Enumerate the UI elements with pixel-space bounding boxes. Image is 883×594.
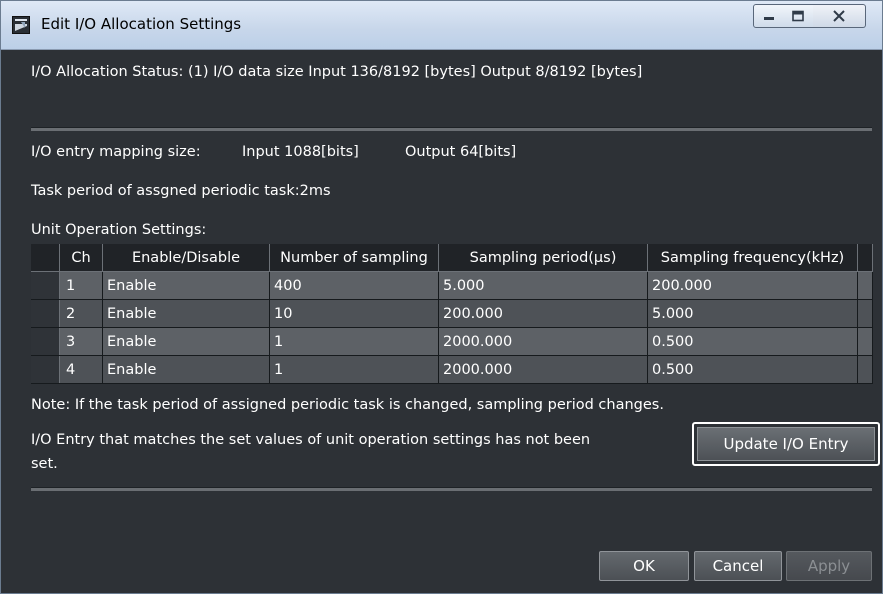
cell-sampling-count[interactable]: 1 xyxy=(269,327,439,356)
column-header-ch[interactable]: Ch xyxy=(59,244,103,272)
cell-sampling-period: 5.000 xyxy=(438,271,648,300)
row-selector[interactable] xyxy=(31,271,60,300)
minimize-icon xyxy=(764,17,774,20)
cell-sampling-count[interactable]: 400 xyxy=(269,271,439,300)
cell-sampling-period: 2000.000 xyxy=(438,327,648,356)
cell-enable[interactable]: Enable xyxy=(102,355,270,384)
row-selector[interactable] xyxy=(31,299,60,328)
cell-enable[interactable]: Enable xyxy=(102,271,270,300)
cell-sampling-period: 200.000 xyxy=(438,299,648,328)
row-filler xyxy=(857,355,873,384)
table-header-row: Ch Enable/Disable Number of sampling Sam… xyxy=(31,244,873,272)
sampling-note: Note: If the task period of assigned per… xyxy=(31,397,664,413)
cell-sampling-frequency: 200.000 xyxy=(647,271,858,300)
cell-ch: 2 xyxy=(59,299,103,328)
row-filler xyxy=(857,299,873,328)
task-period-text: Task period of assgned periodic task:2ms xyxy=(31,183,331,199)
column-header-sampling-period[interactable]: Sampling period(μs) xyxy=(438,244,648,272)
window-title: Edit I/O Allocation Settings xyxy=(41,15,242,33)
cancel-button[interactable]: Cancel xyxy=(694,551,782,581)
mapping-input-size: Input 1088[bits] xyxy=(242,144,359,160)
update-io-entry-label: Update I/O Entry xyxy=(697,427,875,461)
ok-button[interactable]: OK xyxy=(599,551,689,581)
dialog-body: I/O Allocation Status: (1) I/O data size… xyxy=(1,50,882,593)
title-bar[interactable]: Edit I/O Allocation Settings xyxy=(1,1,882,50)
cell-ch: 3 xyxy=(59,327,103,356)
maximize-button[interactable] xyxy=(783,4,814,28)
mapping-output-size: Output 64[bits] xyxy=(405,144,517,160)
column-header-sampling-frequency[interactable]: Sampling frequency(kHz) xyxy=(647,244,858,272)
close-icon xyxy=(833,10,845,22)
column-header-sampling-count[interactable]: Number of sampling xyxy=(269,244,439,272)
cell-enable[interactable]: Enable xyxy=(102,327,270,356)
app-icon xyxy=(12,16,30,34)
io-entry-warning-line2: set. xyxy=(31,456,58,472)
mapping-size-label: I/O entry mapping size: xyxy=(31,144,201,160)
cell-sampling-frequency: 5.000 xyxy=(647,299,858,328)
row-selector[interactable] xyxy=(31,327,60,356)
table-row[interactable]: 1 Enable 400 5.000 200.000 xyxy=(31,271,873,300)
cell-sampling-count[interactable]: 10 xyxy=(269,299,439,328)
io-allocation-status: I/O Allocation Status: (1) I/O data size… xyxy=(31,64,643,80)
cell-ch: 1 xyxy=(59,271,103,300)
header-filler xyxy=(857,244,873,272)
table-row[interactable]: 2 Enable 10 200.000 5.000 xyxy=(31,299,873,328)
row-filler xyxy=(857,327,873,356)
separator xyxy=(31,127,872,131)
cell-sampling-count[interactable]: 1 xyxy=(269,355,439,384)
cell-ch: 4 xyxy=(59,355,103,384)
row-header-corner xyxy=(31,244,60,272)
row-selector[interactable] xyxy=(31,355,60,384)
cell-sampling-frequency: 0.500 xyxy=(647,355,858,384)
unit-operation-table: Ch Enable/Disable Number of sampling Sam… xyxy=(31,244,873,384)
cell-sampling-period: 2000.000 xyxy=(438,355,648,384)
apply-button[interactable]: Apply xyxy=(786,551,872,581)
io-entry-warning-line1: I/O Entry that matches the set values of… xyxy=(31,432,591,448)
update-io-entry-button[interactable]: Update I/O Entry xyxy=(692,422,880,466)
minimize-button[interactable] xyxy=(753,4,785,28)
unit-operation-settings-label: Unit Operation Settings: xyxy=(31,222,207,238)
table-row[interactable]: 3 Enable 1 2000.000 0.500 xyxy=(31,327,873,356)
separator xyxy=(31,487,872,491)
dialog-window: Edit I/O Allocation Settings I/O Allocat… xyxy=(0,0,883,594)
close-button[interactable] xyxy=(813,4,866,28)
table-row[interactable]: 4 Enable 1 2000.000 0.500 xyxy=(31,355,873,384)
column-header-enable[interactable]: Enable/Disable xyxy=(102,244,270,272)
maximize-icon xyxy=(792,10,804,22)
row-filler xyxy=(857,271,873,300)
cell-enable[interactable]: Enable xyxy=(102,299,270,328)
cell-sampling-frequency: 0.500 xyxy=(647,327,858,356)
